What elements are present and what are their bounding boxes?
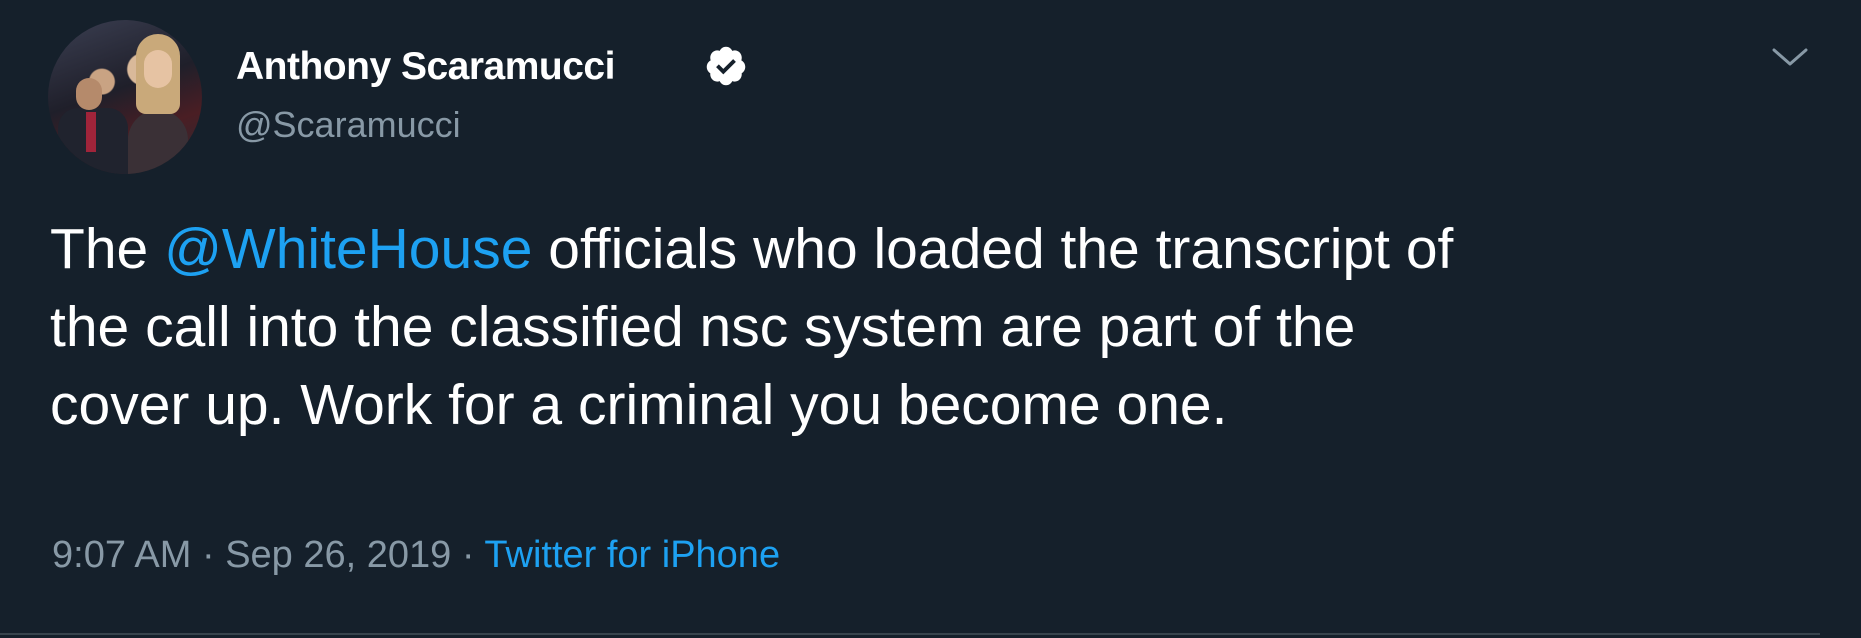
tweet-card: Anthony Scaramucci @Scaramucci The @Whit… (0, 0, 1861, 638)
tweet-text-line: the call into the classified nsc system … (50, 295, 1356, 359)
avatar-figure (144, 50, 172, 88)
avatar-figure (128, 110, 188, 174)
avatar[interactable] (48, 20, 202, 174)
tweet-text: The @WhiteHouse officials who loaded the… (50, 210, 1830, 444)
meta-separator: · (191, 534, 226, 576)
tweet-time[interactable]: 9:07 AM (52, 534, 191, 576)
tweet-text-segment: officials who loaded the transcript of (532, 217, 1454, 281)
author-name[interactable]: Anthony Scaramucci (236, 44, 615, 90)
tweet-source-link[interactable]: Twitter for iPhone (484, 534, 780, 576)
avatar-figure (76, 78, 102, 110)
verified-badge-icon (706, 46, 746, 86)
author-handle[interactable]: @Scaramucci (236, 104, 461, 146)
meta-separator: · (451, 534, 485, 576)
tweet-text-line: cover up. Work for a criminal you become… (50, 373, 1228, 437)
tweet-meta: 9:07 AM · Sep 26, 2019 · Twitter for iPh… (52, 532, 780, 578)
chevron-down-icon[interactable] (1770, 46, 1810, 70)
tweet-date[interactable]: Sep 26, 2019 (225, 534, 451, 576)
tweet-text-line: The @WhiteHouse officials who loaded the… (50, 210, 1830, 288)
avatar-figure (86, 112, 96, 152)
divider (0, 633, 1820, 635)
tweet-text-segment: The (50, 217, 165, 281)
mention-link[interactable]: @WhiteHouse (164, 217, 532, 281)
